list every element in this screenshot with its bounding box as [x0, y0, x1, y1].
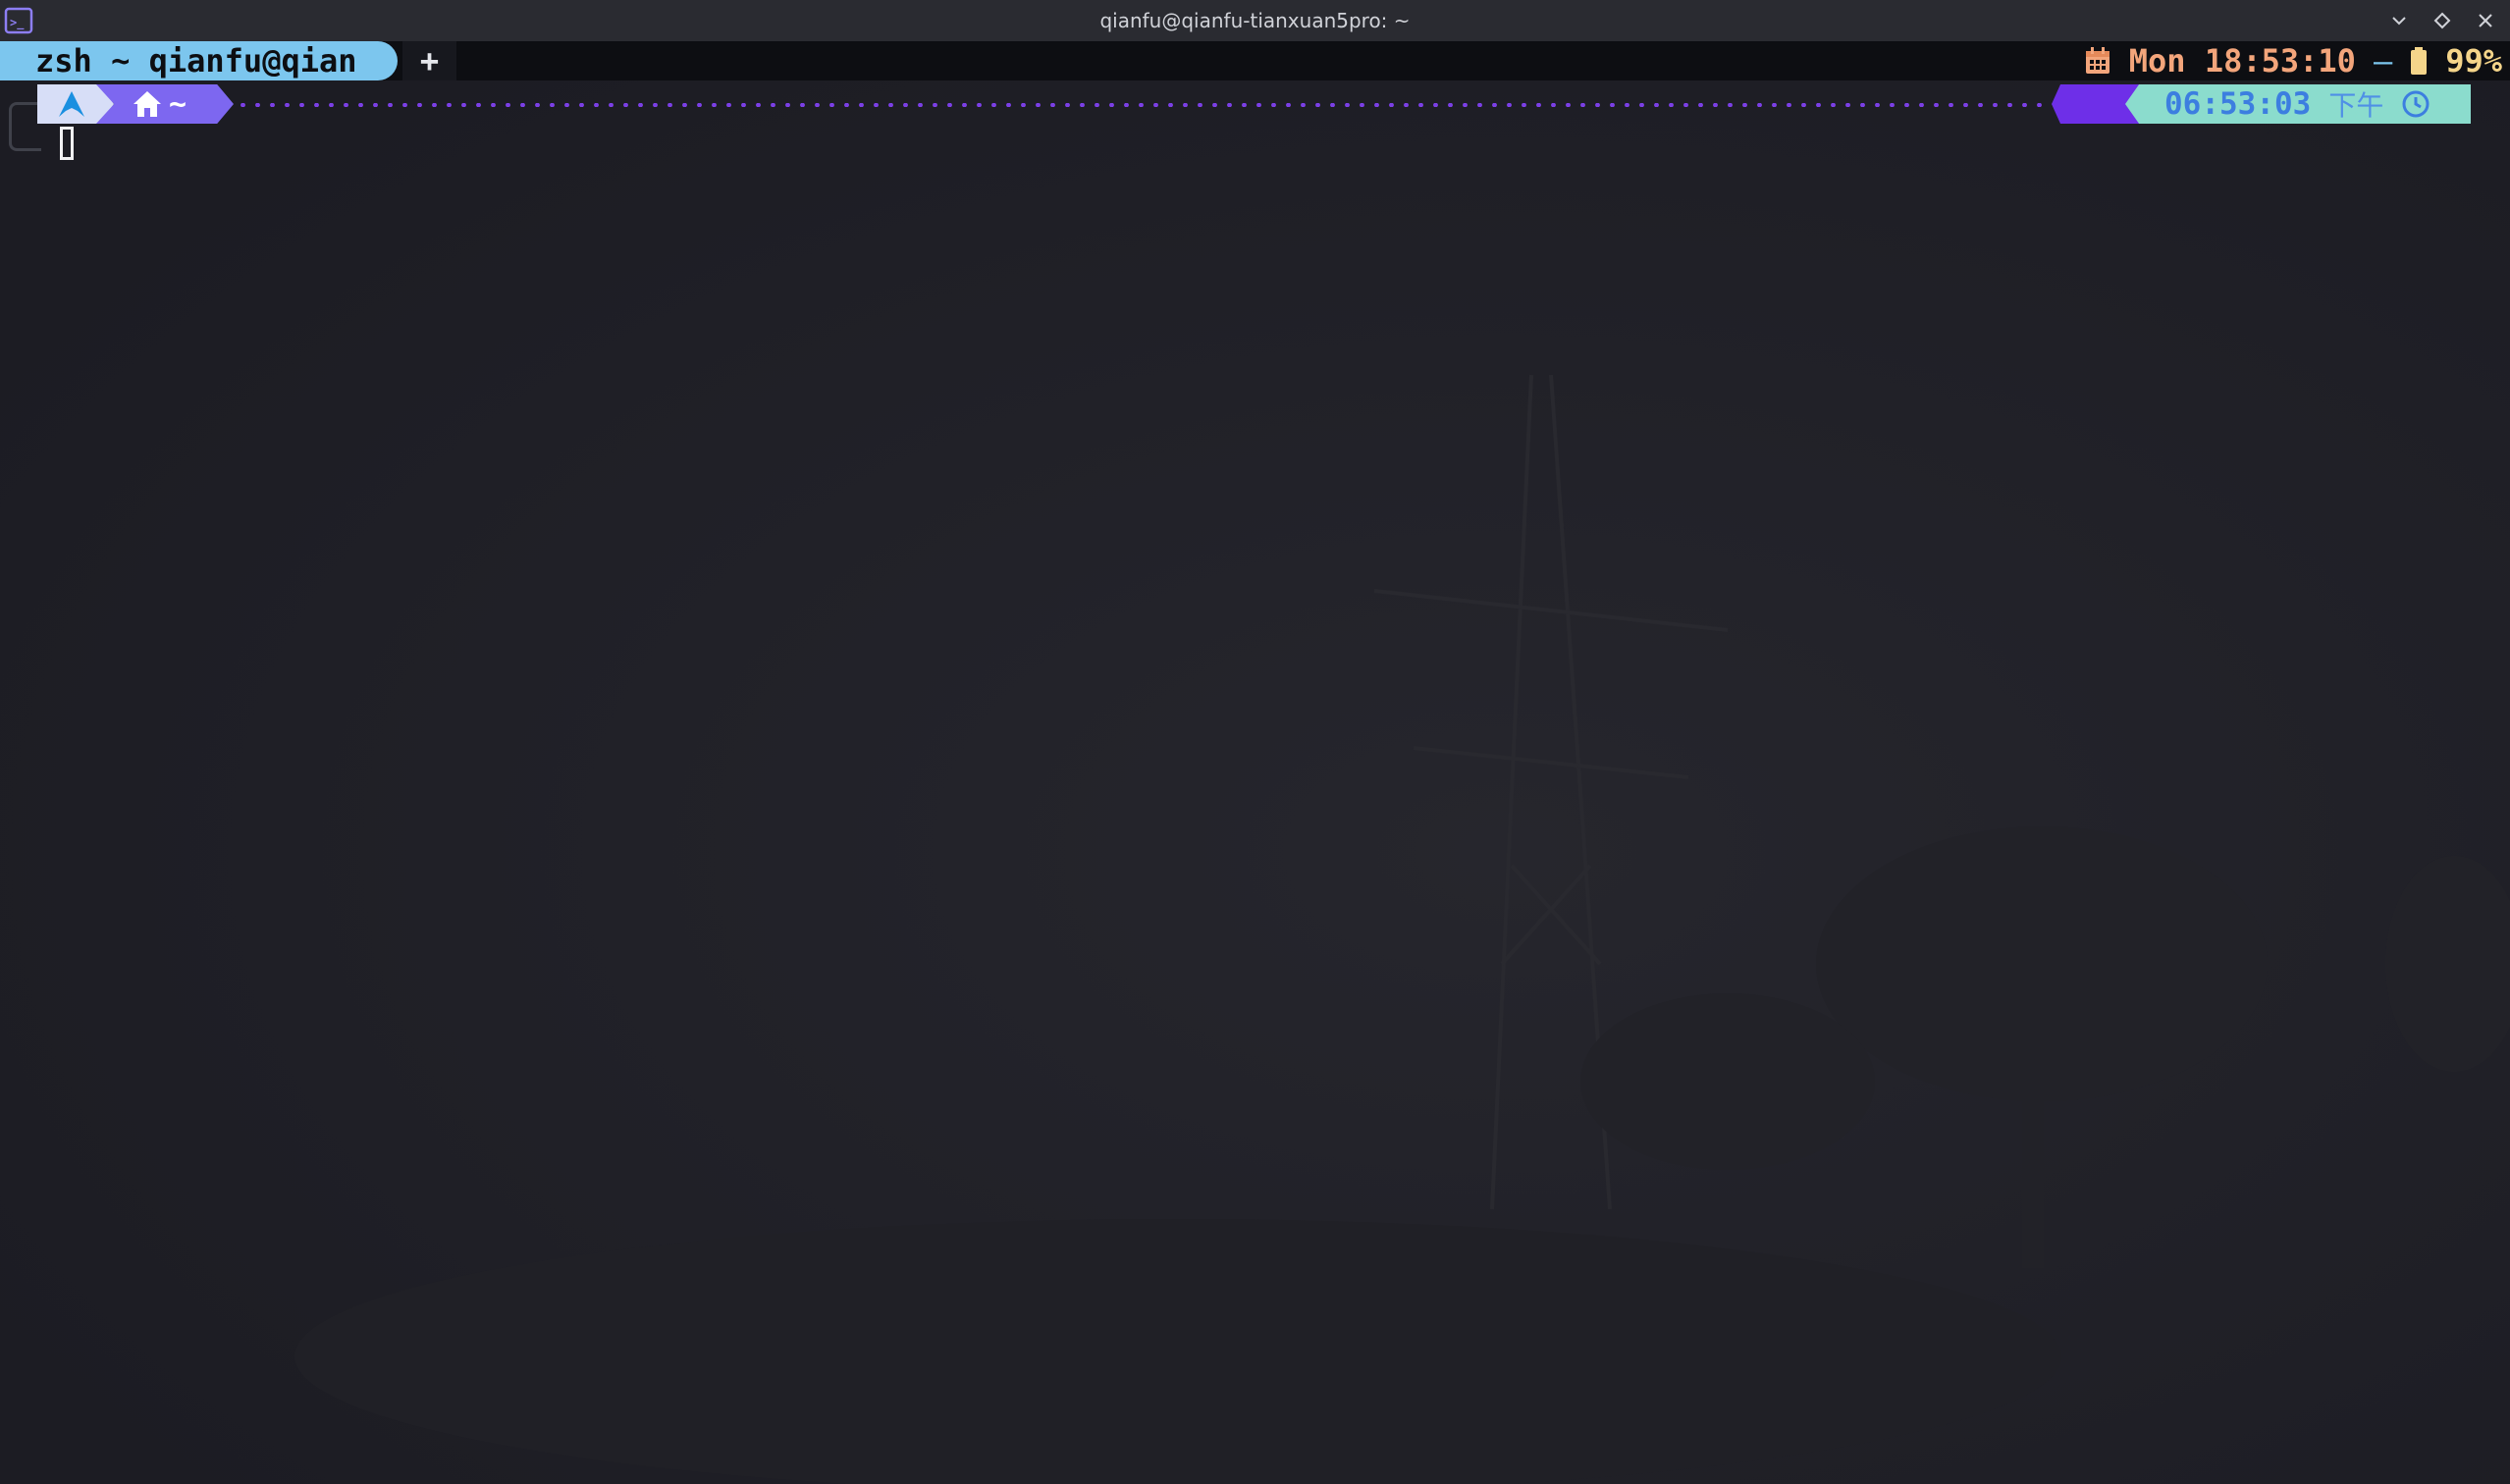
prompt-bracket [9, 102, 41, 151]
prompt-dot-leader [236, 103, 2044, 107]
status-bar: Mon 18:53:10 — 99% [2084, 41, 2502, 80]
time-segment: 06:53:03 下午 [2125, 84, 2471, 124]
diamond-icon [2433, 12, 2451, 29]
window-controls [2384, 6, 2500, 35]
new-tab-button[interactable]: + [402, 41, 456, 80]
terminal-window: >_ qianfu@qianfu-tianxuan5pro: ~ zsh ~ q… [0, 0, 2510, 1484]
terminal-app-icon[interactable]: >_ [4, 6, 33, 35]
status-separator: — [2373, 42, 2393, 80]
terminal-area[interactable]: ~ 06:53:03 下午 [0, 80, 2510, 1484]
clock-icon [2402, 90, 2430, 118]
window-title: qianfu@qianfu-tianxuan5pro: ~ [1099, 9, 1411, 32]
chevron-down-icon [2392, 17, 2406, 26]
background-wallpaper [0, 80, 2510, 1484]
tab-bar: zsh ~ qianfu@qian + Mon 18:53:10 — 99% [0, 41, 2510, 80]
text-cursor [60, 127, 74, 160]
prompt-ampm: 下午 [2328, 89, 2384, 122]
directory-text: ~ [169, 86, 187, 122]
directory-segment: ~ [96, 84, 234, 124]
svg-text:>_: >_ [10, 16, 25, 30]
battery-icon [2411, 47, 2428, 75]
close-icon [2479, 14, 2492, 27]
close-button[interactable] [2471, 6, 2500, 35]
battery-percent: 99% [2445, 42, 2502, 80]
maximize-button[interactable] [2428, 6, 2457, 35]
datetime-text: Mon 18:53:10 [2128, 42, 2356, 80]
tab-zsh[interactable]: zsh ~ qianfu@qian [0, 41, 398, 80]
arch-linux-icon [59, 91, 84, 117]
calendar-icon [2085, 47, 2109, 74]
prompt-time: 06:53:03 [2164, 86, 2312, 122]
title-bar[interactable]: >_ qianfu@qianfu-tianxuan5pro: ~ [0, 0, 2510, 41]
home-icon [134, 91, 161, 117]
minimize-button[interactable] [2384, 6, 2414, 35]
prompt-line: ~ 06:53:03 下午 [0, 80, 2510, 160]
